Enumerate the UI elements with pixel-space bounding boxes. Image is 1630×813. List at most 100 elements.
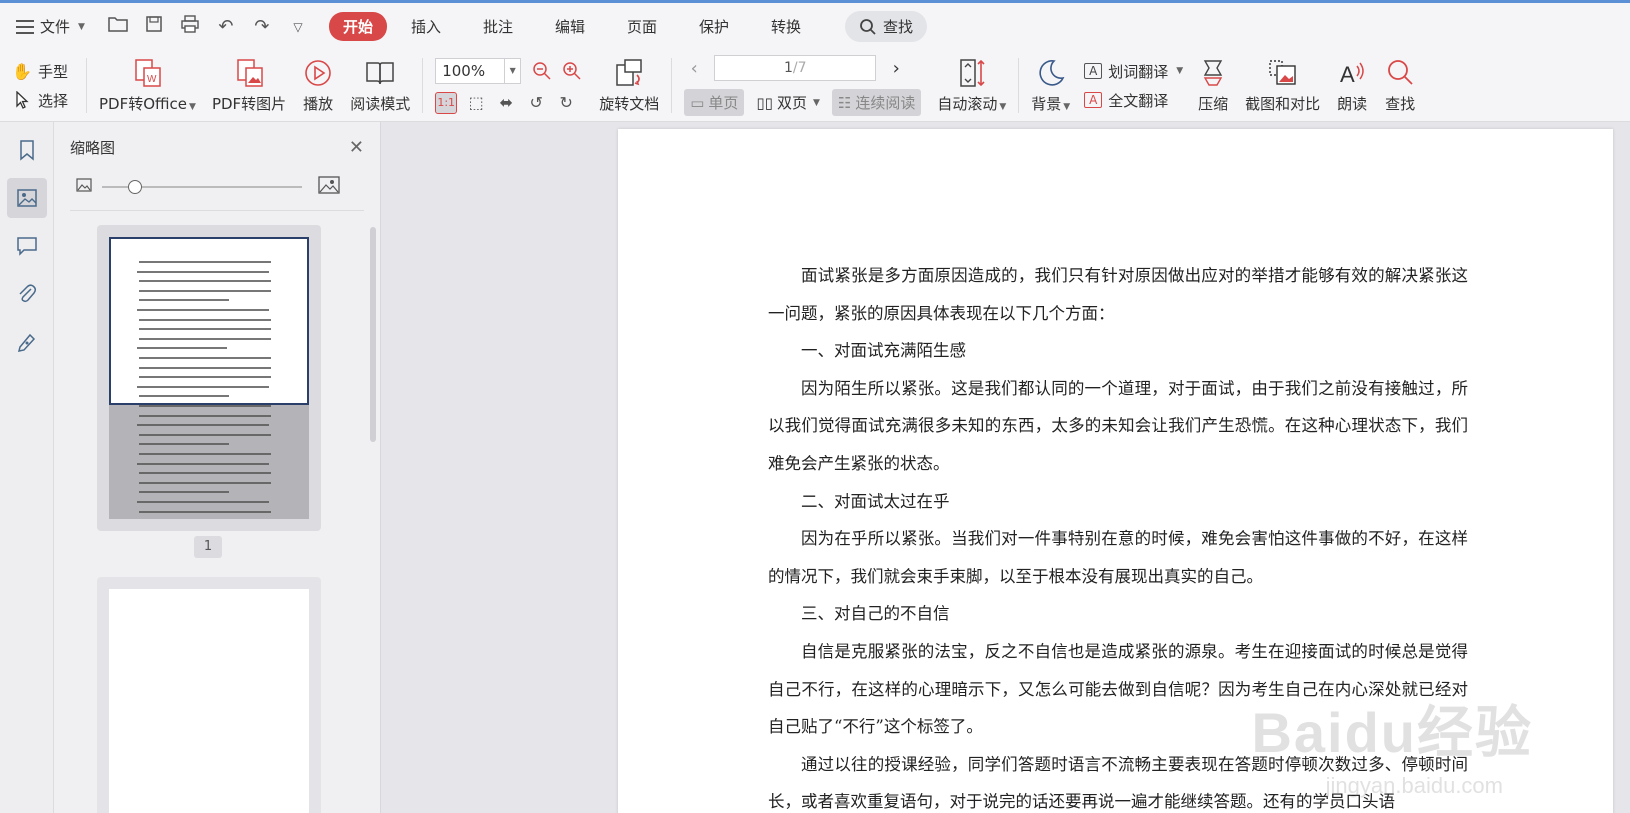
thumbnail-text-line [139, 395, 229, 398]
reading-mode-button[interactable]: 阅读模式 [342, 50, 418, 114]
rotate-right-icon[interactable]: ↻ [555, 92, 577, 114]
tab-insert[interactable]: 插入 [393, 12, 459, 41]
thumbnail-panel: 缩略图 ✕ 1 [54, 122, 381, 813]
page-thumbnail-1[interactable] [97, 225, 321, 531]
tab-protect[interactable]: 保护 [681, 12, 747, 41]
paragraph: 面试紧张是多方面原因造成的，我们只有针对原因做出应对的举措才能够有效的解决紧张这… [768, 266, 1468, 323]
screenshot-compare-button[interactable]: 截图和对比 [1237, 50, 1328, 114]
auto-scroll-icon [956, 57, 988, 89]
save-icon[interactable] [143, 15, 165, 38]
print-icon[interactable] [179, 15, 201, 38]
file-menu[interactable]: 文件 ▼ [16, 16, 85, 37]
menu-tabs: 开始 插入 批注 编辑 页面 保护 转换 [328, 12, 825, 41]
hamburger-icon [16, 19, 34, 34]
rotate-document-button[interactable]: 旋转文档 [591, 50, 667, 114]
search-button[interactable]: 查找 [845, 11, 928, 42]
thumbnail-text-line [139, 318, 271, 321]
redo-icon[interactable]: ↷ [251, 16, 273, 37]
thumbnail-text-line [139, 453, 271, 455]
play-button[interactable]: 播放 [294, 50, 342, 114]
screenshot-icon [1267, 57, 1299, 89]
tool-select-group: ✋ 手型 选择 [0, 50, 82, 121]
pdf-to-office-icon: W [131, 57, 163, 89]
large-image-icon[interactable] [318, 176, 340, 198]
next-page-icon[interactable]: › [886, 58, 906, 79]
zoom-in-icon[interactable] [561, 60, 583, 82]
comment-icon[interactable] [7, 226, 47, 266]
bookmark-icon[interactable] [7, 130, 47, 170]
compress-button[interactable]: 压缩 [1189, 50, 1237, 114]
chevron-down-icon[interactable]: ▼ [504, 58, 520, 83]
find-icon [1384, 57, 1416, 89]
fit-buttons: 1:1 ⬚ ⬌ ↺ ↻ [435, 91, 577, 114]
single-page-button[interactable]: ▭ 单页 [684, 89, 745, 116]
auto-scroll-button[interactable]: 自动滚动 ▼ [929, 50, 1014, 114]
thumbnail-text-line [139, 328, 271, 331]
small-image-icon[interactable] [76, 178, 92, 196]
word-translate-button[interactable]: A 划词翻译 ▼ [1084, 61, 1183, 82]
search-label: 查找 [883, 18, 914, 36]
background-button[interactable]: 背景 ▼ [1023, 50, 1078, 114]
undo-icon[interactable]: ↶ [215, 16, 237, 37]
thumbnail-scrollbar[interactable] [370, 227, 376, 442]
compress-icon [1197, 57, 1229, 89]
open-folder-icon[interactable] [107, 15, 129, 38]
pdf-to-office-button[interactable]: W PDF转Office ▼ [91, 50, 204, 114]
actual-size-icon[interactable]: 1:1 [435, 91, 458, 114]
double-page-label: 双页 [776, 94, 807, 112]
play-label: 播放 [303, 95, 334, 113]
double-page-button[interactable]: ▯▯ 双页 ▼ [750, 89, 825, 116]
thumbnail-text-line [139, 491, 229, 494]
thumbnail-size-control [54, 172, 380, 202]
customize-toolbar-icon[interactable]: ▽ [287, 20, 309, 34]
auto-scroll-label: 自动滚动 [937, 95, 998, 113]
thumbnail-text-line [139, 261, 271, 263]
thumbnail-text-line [139, 376, 271, 379]
left-sidebar-strip [0, 122, 54, 813]
full-translate-button[interactable]: A 全文翻译 [1084, 90, 1183, 111]
thumbnail-icon[interactable] [7, 178, 47, 218]
single-page-icon: ▭ [690, 93, 705, 112]
page-thumbnail-2[interactable] [97, 577, 321, 813]
tab-comment[interactable]: 批注 [465, 12, 531, 41]
ribbon-toolbar: ✋ 手型 选择 W PDF转Office ▼ PDF转图片 播放 阅读模式 10… [0, 50, 1630, 122]
attachment-icon[interactable] [7, 274, 47, 314]
pdf-to-office-label: PDF转Office [99, 95, 188, 113]
continuous-reading-label: 连续阅读 [855, 94, 916, 112]
thumbnail-text-line [139, 443, 229, 446]
fit-page-icon[interactable]: ⬚ [465, 92, 487, 114]
moon-icon [1035, 57, 1067, 89]
tab-convert[interactable]: 转换 [753, 12, 819, 41]
zoom-out-icon[interactable] [531, 60, 553, 82]
previous-page-icon[interactable]: ‹ [684, 58, 704, 79]
continuous-reading-button[interactable]: ☷ 连续阅读 [831, 89, 922, 116]
cursor-icon [12, 90, 32, 110]
book-icon [364, 57, 396, 89]
signature-icon[interactable] [7, 322, 47, 362]
rotate-left-icon[interactable]: ↺ [525, 92, 547, 114]
single-page-label: 单页 [708, 94, 739, 112]
select-tool-button[interactable]: 选择 [12, 90, 68, 111]
read-aloud-button[interactable]: A 朗读 [1328, 50, 1376, 114]
svg-text:A: A [1340, 62, 1355, 87]
hand-icon: ✋ [12, 61, 32, 81]
tab-page[interactable]: 页面 [609, 12, 675, 41]
thumbnail-text-line [139, 433, 271, 436]
document-viewport: 面试紧张是多方面原因造成的，我们只有针对原因做出应对的举措才能够有效的解决紧张这… [381, 122, 1630, 813]
find-button[interactable]: 查找 [1376, 50, 1424, 114]
tab-start[interactable]: 开始 [328, 12, 387, 41]
page-number-input[interactable]: 1/7 [714, 55, 877, 81]
close-icon[interactable]: ✕ [349, 137, 364, 158]
hand-tool-button[interactable]: ✋ 手型 [12, 61, 68, 82]
zoom-input[interactable]: 100% ▼ [435, 57, 522, 84]
page-current: 1 [783, 60, 793, 76]
play-icon [302, 57, 334, 89]
thumbnail-text-line [139, 366, 271, 369]
fit-width-icon[interactable]: ⬌ [495, 92, 517, 114]
slider-handle[interactable] [128, 180, 142, 194]
thumbnail-text-line [137, 501, 269, 503]
tab-edit[interactable]: 编辑 [537, 12, 603, 41]
pdf-to-image-button[interactable]: PDF转图片 [204, 50, 294, 114]
heading: 二、对面试太过在乎 [801, 491, 950, 511]
thumbnail-size-slider[interactable] [102, 180, 302, 194]
